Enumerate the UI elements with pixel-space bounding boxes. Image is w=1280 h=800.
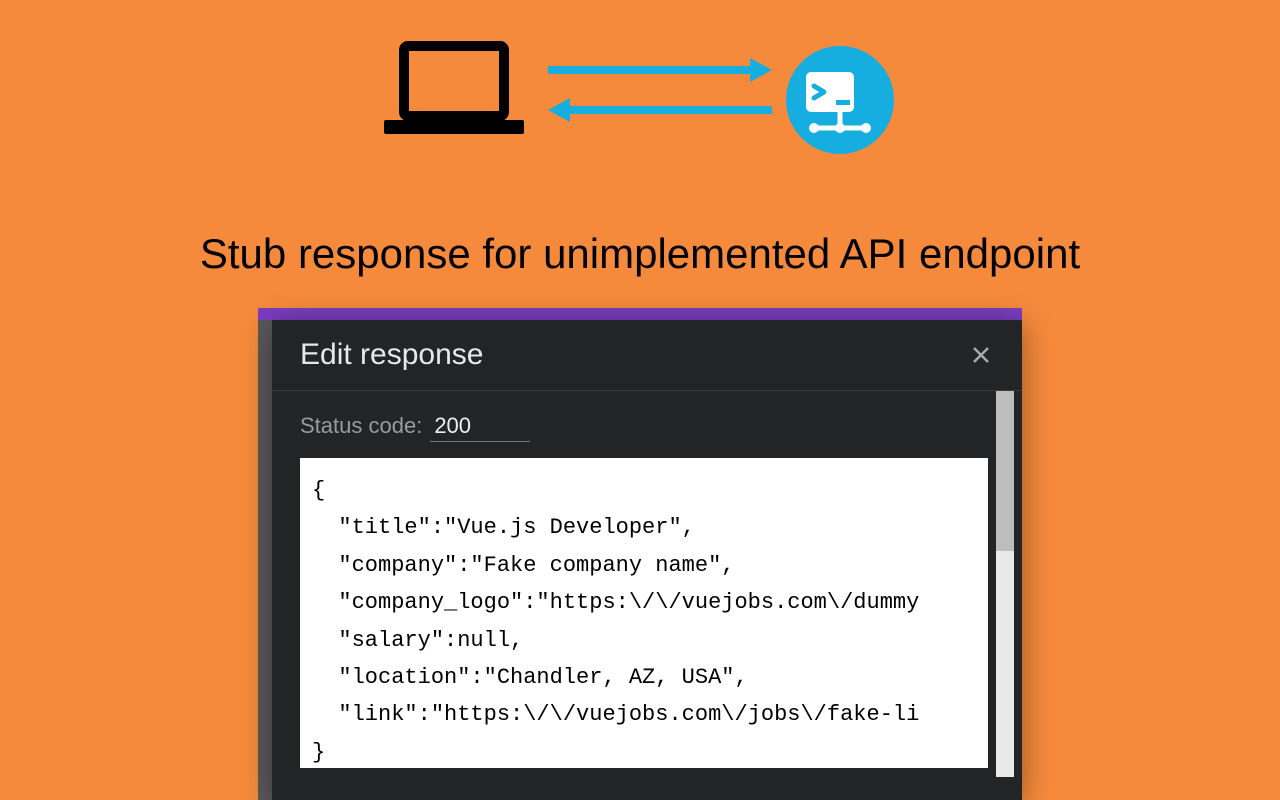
arrow-right-icon bbox=[548, 58, 772, 82]
close-icon[interactable] bbox=[968, 338, 994, 372]
modal-header: Edit response bbox=[272, 320, 1022, 391]
server-icon bbox=[786, 46, 894, 154]
client-server-diagram bbox=[380, 40, 900, 170]
status-code-label: Status code: bbox=[300, 413, 422, 439]
response-body-editor[interactable]: { "title":"Vue.js Developer", "company":… bbox=[300, 458, 988, 768]
app-titlebar bbox=[258, 308, 1022, 320]
modal-body: Status code: { "title":"Vue.js Developer… bbox=[272, 391, 1022, 797]
app-window-frame: Edit response Status code: { "title":"Vu… bbox=[258, 308, 1022, 800]
edit-response-modal: Edit response Status code: { "title":"Vu… bbox=[272, 320, 1022, 800]
modal-title: Edit response bbox=[300, 338, 483, 372]
scrollbar-thumb[interactable] bbox=[996, 391, 1014, 551]
slide-caption: Stub response for unimplemented API endp… bbox=[0, 230, 1280, 278]
scrollbar-vertical[interactable] bbox=[996, 391, 1014, 777]
arrow-left-icon bbox=[548, 98, 772, 122]
status-code-input[interactable] bbox=[430, 411, 530, 442]
app-left-edge bbox=[258, 320, 272, 800]
laptop-icon bbox=[384, 46, 524, 134]
status-code-row: Status code: bbox=[300, 411, 988, 442]
